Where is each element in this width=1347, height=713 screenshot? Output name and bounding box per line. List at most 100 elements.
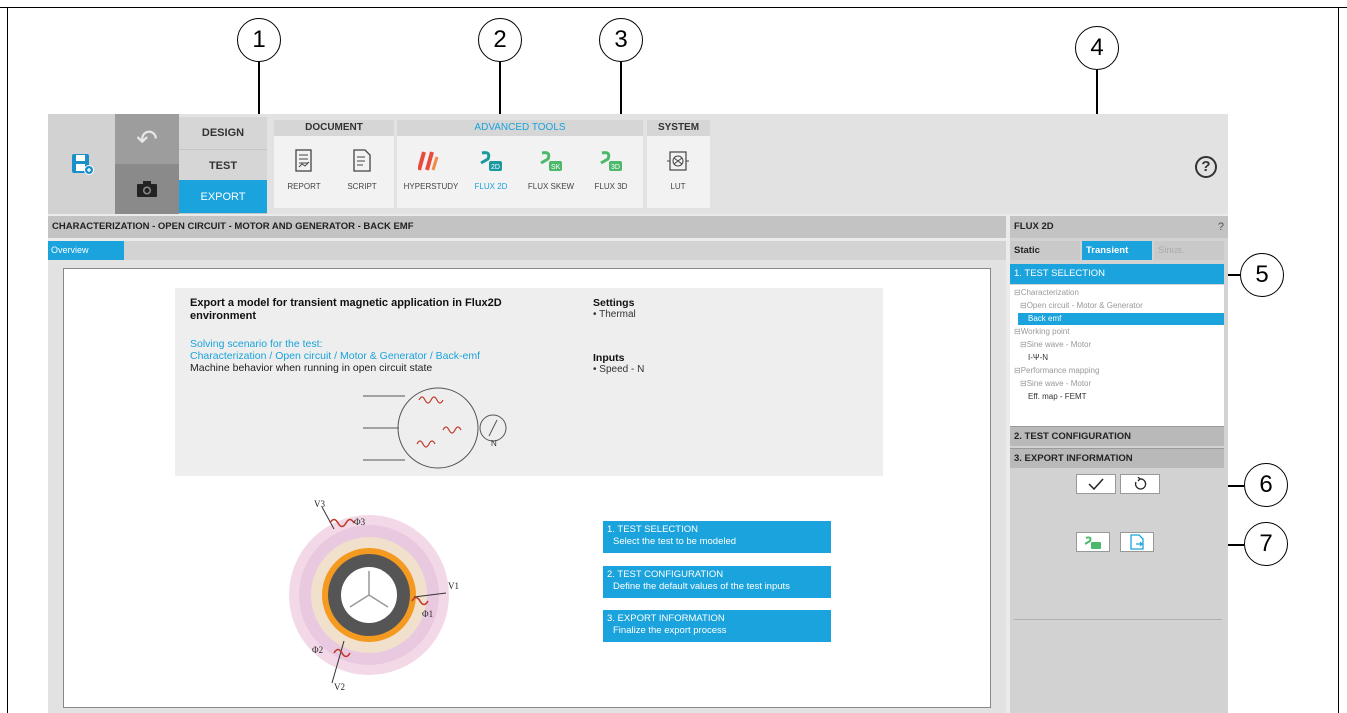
inputs-heading: Inputs	[593, 352, 625, 364]
step-test-selection: 1. TEST SELECTION Select the test to be …	[603, 521, 831, 553]
flux2d-export-icon	[1084, 536, 1101, 549]
tab-transient[interactable]: Transient	[1082, 241, 1152, 260]
page-title: CHARACTERIZATION - OPEN CIRCUIT - MOTOR …	[48, 216, 1006, 238]
section-test-selection[interactable]: 1. TEST SELECTION	[1010, 264, 1224, 284]
frame-right-line	[1338, 7, 1339, 713]
hyperstudy-label: HYPERSTUDY	[403, 182, 459, 191]
v1-label: V1	[448, 581, 459, 591]
tab-static[interactable]: Static	[1010, 241, 1080, 260]
frame-left-line	[7, 7, 8, 713]
scenario-text: Solving scenario for the test: Character…	[190, 338, 480, 362]
hyperstudy-icon	[418, 151, 439, 171]
right-panel-title: FLUX 2D	[1010, 216, 1228, 238]
save-icon	[71, 154, 94, 175]
step-test-configuration: 2. TEST CONFIGURATION Define the default…	[603, 566, 831, 598]
callout-7: 7	[1244, 522, 1288, 566]
tab-overview[interactable]: Overview	[48, 241, 124, 260]
svg-text:SK: SK	[551, 164, 561, 171]
lut-label: LUT	[670, 182, 686, 191]
system-group-title: SYSTEM	[647, 120, 710, 136]
tree-item-sine-wave-motor-1[interactable]: ⊟Sine wave - Motor	[1020, 339, 1091, 351]
settings-value: • Thermal	[593, 309, 636, 320]
step-2-title: 2. TEST CONFIGURATION	[607, 569, 724, 580]
circuit-diagram: N	[363, 387, 507, 469]
section-export-information[interactable]: 3. EXPORT INFORMATION	[1010, 448, 1224, 468]
script-tool[interactable]: SCRIPT	[332, 144, 392, 191]
step-3-title: 3. EXPORT INFORMATION	[607, 613, 725, 624]
mode-export-button[interactable]: EXPORT	[179, 180, 267, 214]
scenario-path: Characterization / Open circuit / Motor …	[190, 350, 481, 362]
script-icon	[353, 149, 371, 172]
behavior-text: Machine behavior when running in open ci…	[190, 362, 433, 374]
right-panel-help-icon[interactable]: ?	[1218, 216, 1224, 238]
tree-item-i-psi-n[interactable]: I-Ψ-N	[1028, 352, 1048, 364]
tab-sinus[interactable]: Sinus.	[1154, 241, 1224, 260]
reset-button[interactable]	[1120, 474, 1160, 494]
flux3d-tool[interactable]: 3D FLUX 3D	[581, 144, 641, 191]
tree-item-eff-map[interactable]: Eff. map - FEMT	[1028, 391, 1087, 403]
advanced-tools-group-title: ADVANCED TOOLS	[397, 120, 643, 136]
flux2d-label: FLUX 2D	[474, 182, 508, 191]
tree-item-open-circuit[interactable]: ⊟Open circuit - Motor & Generator	[1020, 300, 1143, 312]
section-test-configuration[interactable]: 2. TEST CONFIGURATION	[1010, 426, 1224, 446]
n-label: N	[491, 439, 497, 448]
flux3d-label: FLUX 3D	[594, 182, 628, 191]
report-icon	[295, 149, 312, 172]
callout-1: 1	[237, 18, 281, 62]
validate-button[interactable]	[1076, 474, 1116, 494]
report-tool[interactable]: REPORT	[274, 144, 334, 191]
screenshot-button[interactable]	[115, 164, 179, 214]
hyperstudy-tool[interactable]: HYPERSTUDY	[401, 144, 461, 191]
undo-button[interactable]: ↶	[115, 114, 179, 164]
scenario-label: Solving scenario for the test:	[190, 338, 323, 350]
flux-skew-tool[interactable]: SK FLUX SKEW	[521, 144, 581, 191]
mode-design-button[interactable]: DESIGN	[179, 117, 267, 150]
flux2d-tool[interactable]: 2D FLUX 2D	[461, 144, 521, 191]
tree-item-sine-wave-motor-2[interactable]: ⊟Sine wave - Motor	[1020, 378, 1091, 390]
save-button[interactable]	[48, 114, 115, 214]
v2-label: V2	[334, 682, 345, 692]
callout-5: 5	[1240, 253, 1284, 297]
step-3-desc: Finalize the export process	[613, 625, 727, 636]
help-icon[interactable]: ?	[1195, 156, 1217, 178]
application-window: ↶ DESIGN TEST EXPORT DOCUMENT REPORT SCR	[48, 114, 1228, 713]
step-1-desc: Select the test to be modeled	[613, 536, 737, 547]
machine-diagram: V3 V1 V2 Φ3 Φ1 Φ2	[289, 499, 459, 692]
right-panel: FLUX 2D ? Static Transient Sinus. 1. TES…	[1010, 216, 1228, 713]
system-group: SYSTEM LUT	[647, 120, 710, 208]
main-area: Export a model for transient magnetic ap…	[48, 260, 1006, 713]
step-1-title: 1. TEST SELECTION	[607, 524, 698, 535]
lut-icon	[667, 151, 689, 171]
export-file-button[interactable]	[1120, 532, 1154, 552]
document-export-icon	[1130, 534, 1144, 550]
svg-text:2D: 2D	[491, 164, 500, 171]
callout-4: 4	[1075, 26, 1119, 70]
flux3d-icon: 3D	[600, 151, 622, 171]
overview-canvas: Export a model for transient magnetic ap…	[63, 268, 991, 708]
tree-item-working-point[interactable]: ⊟Working point	[1014, 326, 1069, 338]
flux-skew-label: FLUX SKEW	[527, 182, 575, 191]
mode-test-button[interactable]: TEST	[179, 150, 267, 183]
undo-icon: ↶	[136, 123, 158, 154]
script-label: SCRIPT	[347, 182, 377, 191]
tree-item-performance-mapping[interactable]: ⊟Performance mapping	[1014, 365, 1099, 377]
advanced-tools-group: ADVANCED TOOLS HYPERSTUDY 2D FLUX 2D SK …	[397, 120, 643, 208]
report-label: REPORT	[287, 182, 321, 191]
tree-item-back-emf[interactable]: Back emf	[1018, 313, 1224, 325]
lut-tool[interactable]: LUT	[648, 144, 708, 191]
info-title: Export a model for transient magnetic ap…	[190, 297, 502, 322]
camera-icon	[137, 181, 157, 197]
flux2d-icon: 2D	[480, 151, 502, 171]
inputs-value: • Speed - N	[593, 364, 645, 375]
phi3-label: Φ3	[354, 517, 366, 527]
reset-icon	[1134, 477, 1147, 490]
export-flux2d-button[interactable]	[1076, 532, 1110, 552]
callout-3: 3	[599, 18, 643, 62]
phi1-label: Φ1	[422, 609, 433, 619]
test-tree: ⊟Characterization ⊟Open circuit - Motor …	[1010, 285, 1224, 426]
panel-separator	[1014, 619, 1222, 620]
step-export-information: 3. EXPORT INFORMATION Finalize the expor…	[603, 610, 831, 642]
tree-item-characterization[interactable]: ⊟Characterization	[1014, 287, 1079, 299]
undo-camera-column: ↶	[115, 114, 179, 214]
checkmark-icon	[1088, 478, 1104, 490]
